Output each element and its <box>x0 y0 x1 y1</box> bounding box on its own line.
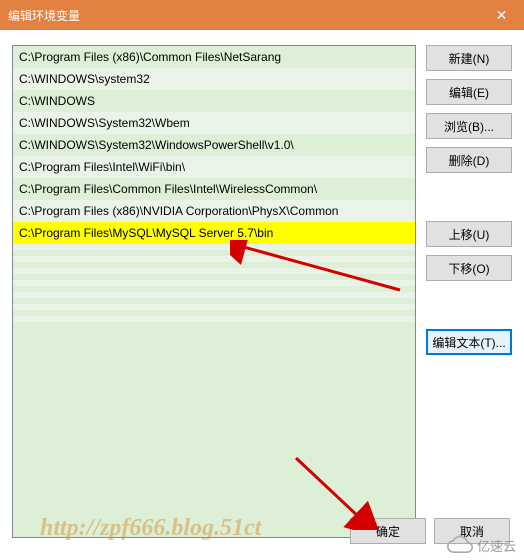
list-item[interactable]: C:\Program Files\Common Files\Intel\Wire… <box>13 178 415 200</box>
window-title: 编辑环境变量 <box>8 7 80 24</box>
browse-button[interactable]: 浏览(B)... <box>426 113 512 139</box>
titlebar: 编辑环境变量 ✕ <box>0 0 524 30</box>
delete-button[interactable]: 删除(D) <box>426 147 512 173</box>
edittext-button[interactable]: 编辑文本(T)... <box>426 329 512 355</box>
new-button[interactable]: 新建(N) <box>426 45 512 71</box>
list-item[interactable]: C:\WINDOWS\System32\Wbem <box>13 112 415 134</box>
side-buttons: 新建(N) 编辑(E) 浏览(B)... 删除(D) 上移(U) 下移(O) 编… <box>426 45 512 538</box>
ok-button[interactable]: 确定 <box>350 518 426 544</box>
dialog-body: C:\Program Files (x86)\Common Files\NetS… <box>0 30 524 550</box>
list-item-selected[interactable]: C:\Program Files\MySQL\MySQL Server 5.7\… <box>13 222 415 244</box>
list-item[interactable]: C:\WINDOWS\system32 <box>13 68 415 90</box>
close-icon: ✕ <box>496 7 508 24</box>
movedown-button[interactable]: 下移(O) <box>426 255 512 281</box>
list-item[interactable]: C:\Program Files (x86)\Common Files\NetS… <box>13 46 415 68</box>
list-item-empty[interactable] <box>13 316 415 322</box>
dialog-buttons: 确定 取消 <box>350 518 510 544</box>
list-item[interactable]: C:\Program Files\Intel\WiFi\bin\ <box>13 156 415 178</box>
list-item[interactable]: C:\WINDOWS\System32\WindowsPowerShell\v1… <box>13 134 415 156</box>
spacer <box>426 289 512 321</box>
close-button[interactable]: ✕ <box>479 0 524 30</box>
cancel-button[interactable]: 取消 <box>434 518 510 544</box>
spacer <box>426 181 512 213</box>
list-item[interactable]: C:\Program Files (x86)\NVIDIA Corporatio… <box>13 200 415 222</box>
edit-button[interactable]: 编辑(E) <box>426 79 512 105</box>
list-item[interactable]: C:\WINDOWS <box>13 90 415 112</box>
path-list[interactable]: C:\Program Files (x86)\Common Files\NetS… <box>12 45 416 538</box>
moveup-button[interactable]: 上移(U) <box>426 221 512 247</box>
